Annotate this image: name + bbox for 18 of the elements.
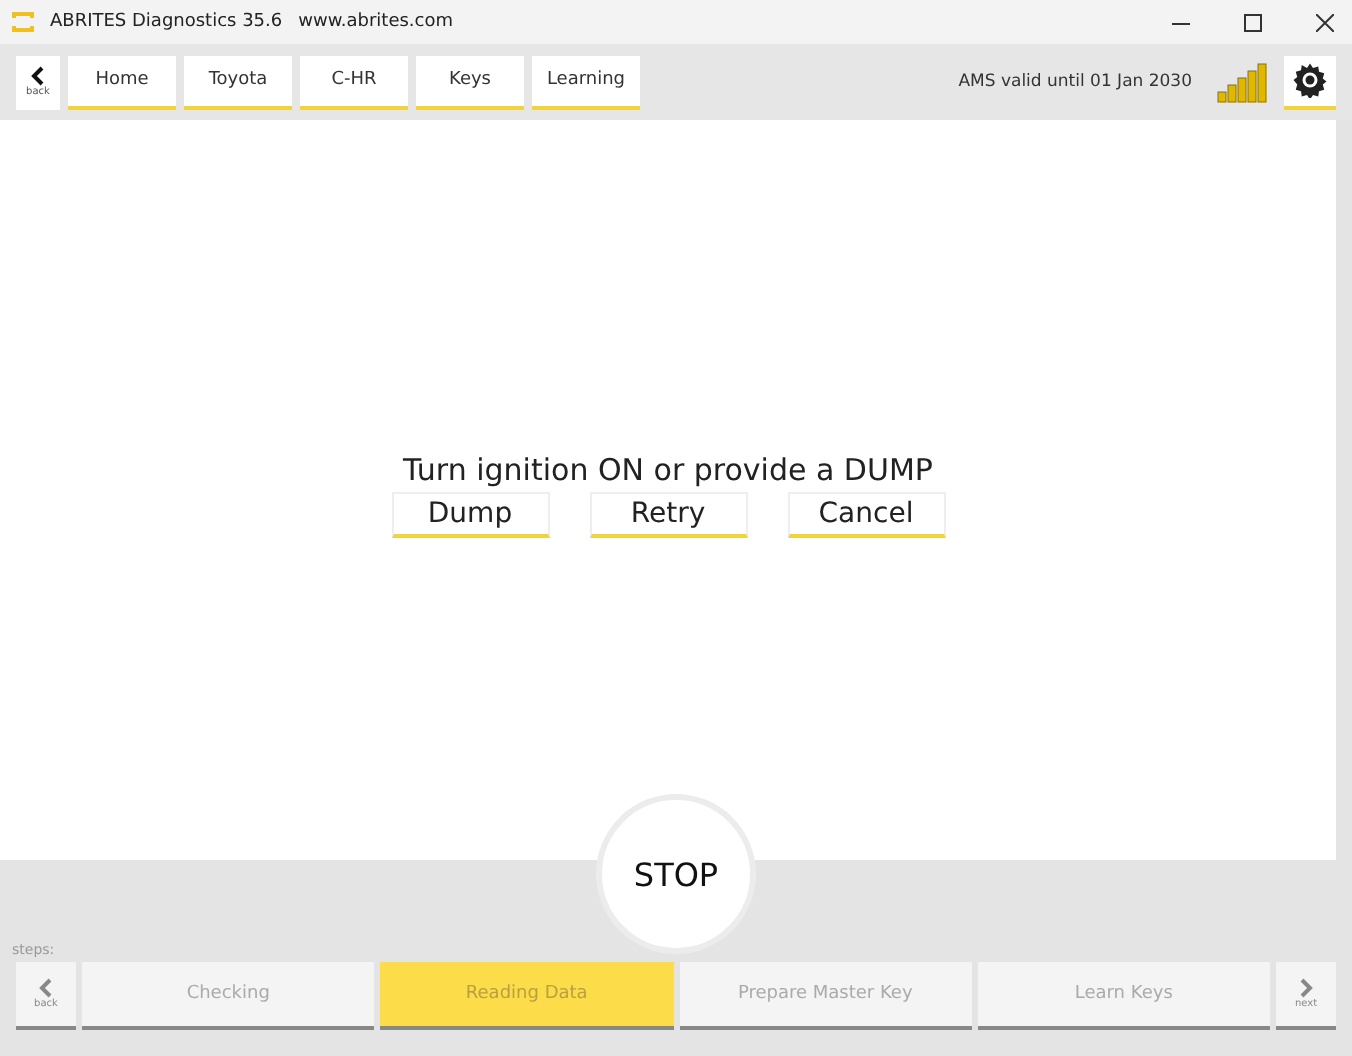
logo-icon (12, 12, 34, 32)
breadcrumb-tab[interactable]: Toyota (184, 55, 292, 109)
prompt-message: Turn ignition ON or provide a DUMP (403, 452, 933, 488)
chevron-left-icon (30, 66, 46, 86)
window-url: www.abrites.com (298, 12, 454, 32)
window-title: ABRITES Diagnostics 35.6 (50, 12, 283, 32)
breadcrumb-tab[interactable]: Learning (532, 55, 640, 109)
chevron-left-icon (38, 978, 54, 998)
license-text: AMS valid until 01 Jan 2030 (958, 72, 1192, 92)
dialog-button[interactable]: Cancel (787, 492, 945, 538)
dialog-button[interactable]: Retry (589, 492, 747, 538)
chevron-right-icon (1298, 978, 1314, 998)
settings-button[interactable] (1284, 55, 1336, 109)
breadcrumb-tab[interactable]: Keys (416, 55, 524, 109)
signal-icon (1216, 60, 1268, 104)
breadcrumb-tab[interactable]: C-HR (300, 55, 408, 109)
breadcrumb-tab[interactable]: Home (68, 55, 176, 109)
dialog-button[interactable]: Dump (391, 492, 549, 538)
